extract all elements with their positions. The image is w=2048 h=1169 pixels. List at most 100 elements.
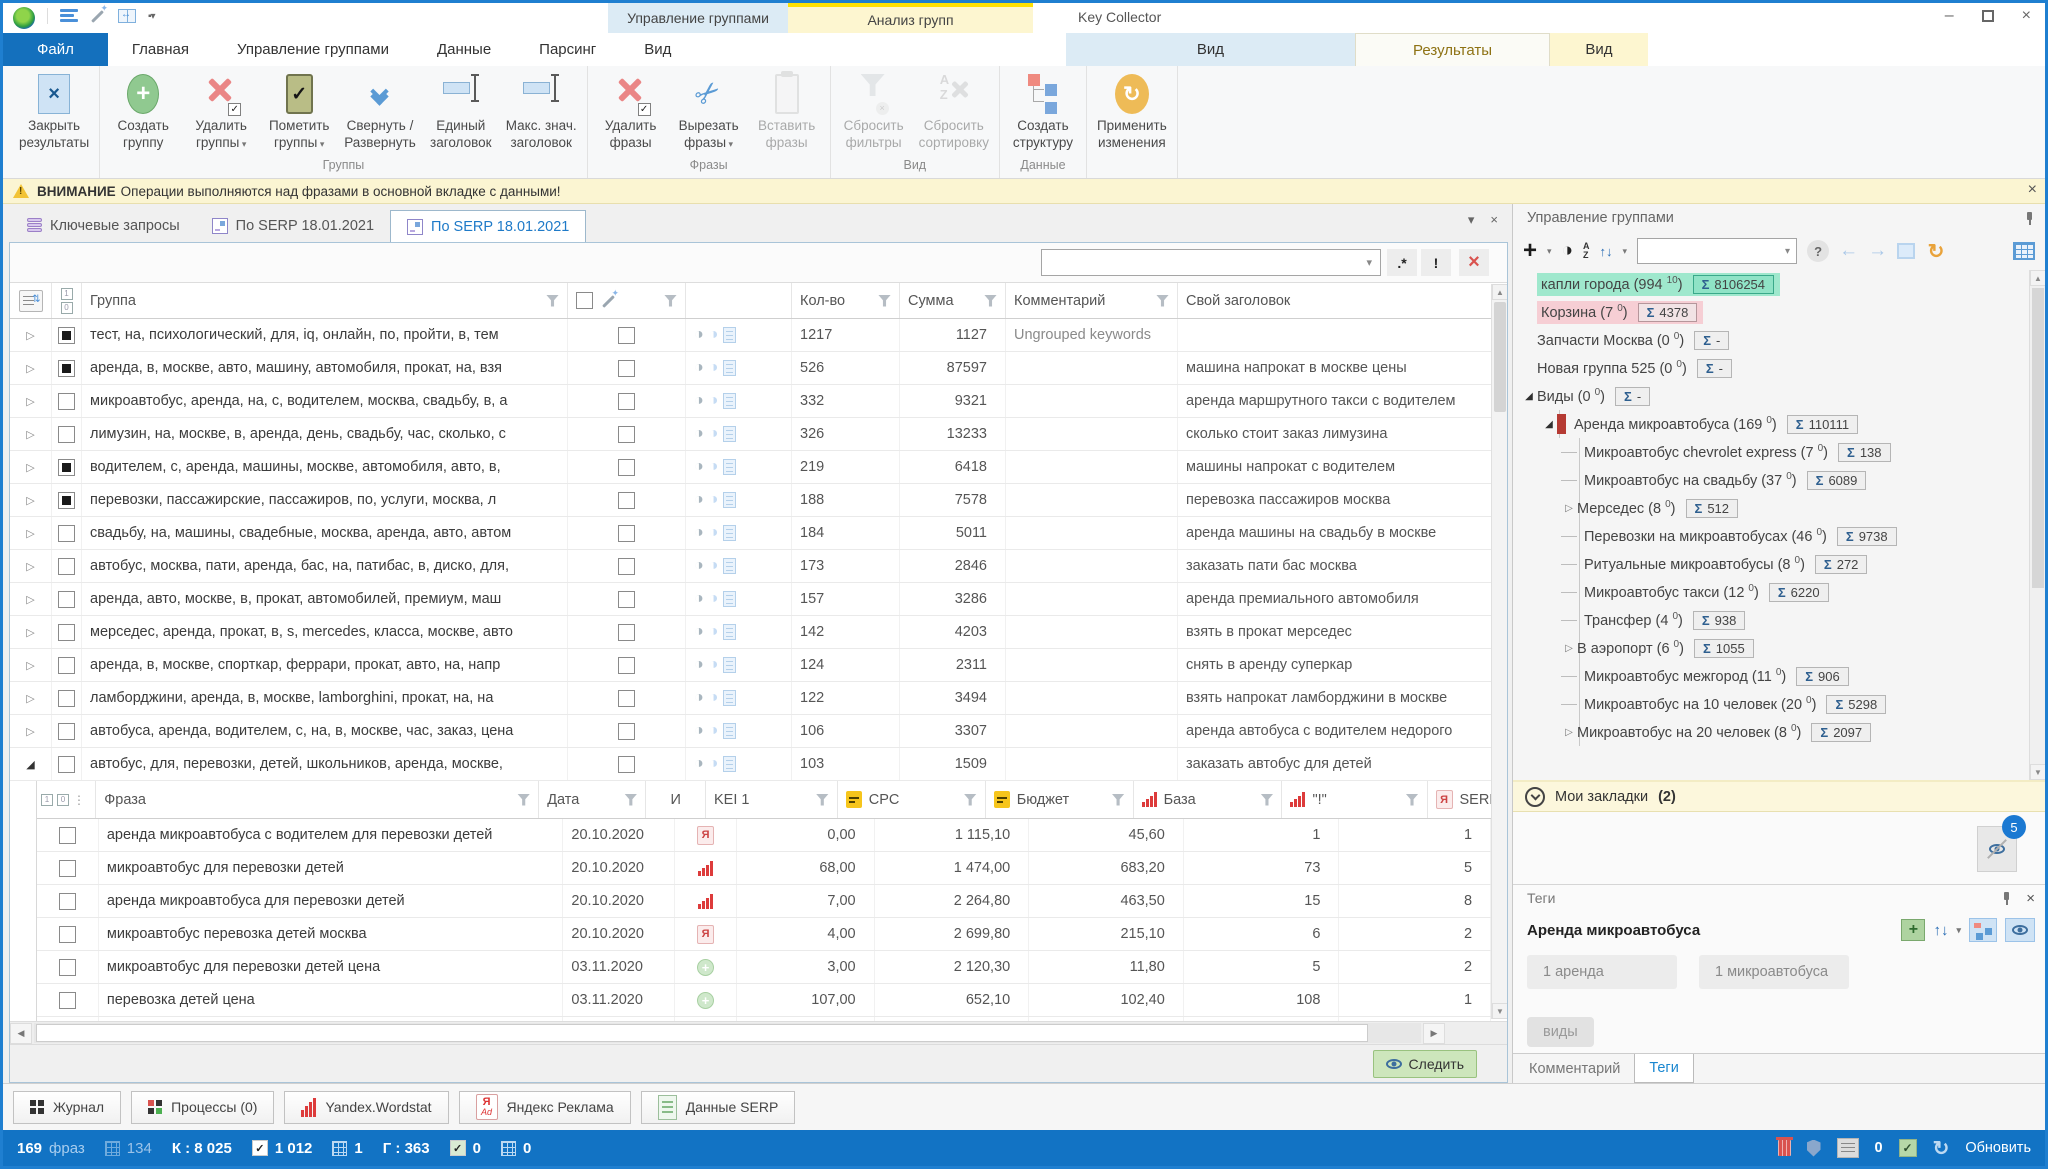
create-group-button[interactable]: +Создатьгруппу (104, 72, 182, 153)
row-checkbox[interactable] (618, 558, 635, 575)
select-cell[interactable] (568, 418, 686, 450)
table-row[interactable]: ▷мерседес, аренда, прокат, в, s, mercede… (10, 616, 1507, 649)
table-row[interactable]: ▷автобус, москва, пати, аренда, бас, на,… (10, 550, 1507, 583)
scroll-down-icon[interactable]: ▼ (2030, 764, 2045, 780)
row-checkbox[interactable] (58, 756, 75, 773)
warning-close-icon[interactable]: × (2028, 181, 2037, 199)
row-checkbox[interactable] (618, 657, 635, 674)
customize-toolbar-icon[interactable]: ▪▾ (148, 11, 155, 22)
scroll-right-icon[interactable]: ▶ (1423, 1023, 1445, 1044)
row-checkbox[interactable] (618, 360, 635, 377)
table-row[interactable]: микроавтобус перевозка детей москва20.10… (37, 918, 1507, 951)
close-button[interactable]: × (2022, 7, 2031, 25)
table-row[interactable]: ▷аренда, авто, москве, в, прокат, автомо… (10, 583, 1507, 616)
row-checkbox[interactable] (58, 360, 75, 377)
table-row[interactable]: ▷ламборджини, аренда, в, москве, lamborg… (10, 682, 1507, 715)
checkbox-cell[interactable] (52, 484, 82, 516)
row-checkbox[interactable] (59, 926, 76, 943)
sort-arrow-icon[interactable]: ↑↓ (1600, 244, 1613, 259)
document-tab[interactable]: По SERP 18.01.2021 (196, 210, 390, 242)
back-arrow-icon[interactable]: ← (1839, 240, 1858, 262)
row-checkbox[interactable] (618, 624, 635, 641)
sort-tags-dropdown-icon[interactable]: ▾ (1956, 925, 1961, 936)
row-checkbox[interactable] (58, 657, 75, 674)
expand-icon[interactable]: ▷ (1561, 643, 1577, 654)
refresh-label[interactable]: Обновить (1965, 1140, 2031, 1156)
tree-item[interactable]: Ритуальные микроавтобусы (8 0)Σ 272 (1513, 550, 2029, 578)
add-tag-button[interactable]: + (1901, 919, 1925, 941)
collapse-icon[interactable]: ◢ (1541, 419, 1557, 430)
table-row[interactable]: ▷микроавтобус, аренда, на, с, водителем,… (10, 385, 1507, 418)
table-row[interactable]: ▷тест, на, психологический, для, iq, онл… (10, 319, 1507, 352)
trash-icon[interactable] (1778, 1140, 1791, 1156)
tab-results[interactable]: Результаты (1355, 33, 1550, 66)
close-results-button[interactable]: ×Закрытьрезультаты (13, 72, 95, 153)
scroll-up-icon[interactable]: ▲ (2030, 270, 2045, 286)
row-checkbox[interactable] (618, 525, 635, 542)
checkbox-cell[interactable] (52, 319, 82, 351)
drag-handle-icon[interactable]: ⋮ (73, 793, 85, 807)
group-search-combobox[interactable]: ▾ (1637, 238, 1797, 264)
tree-item[interactable]: Перевозки на микроавтобусах (46 0)Σ 9738 (1513, 522, 2029, 550)
tab-Парсинг[interactable]: Парсинг (515, 33, 620, 66)
group-cell[interactable]: аренда, авто, москве, в, прокат, автомоб… (82, 583, 568, 615)
filter-icon[interactable] (1406, 794, 1419, 806)
table-row[interactable]: ▷автобуса, аренда, водителем, с, на, в, … (10, 715, 1507, 748)
select-cell[interactable] (568, 616, 686, 648)
tab-Управление группами[interactable]: Управление группами (213, 33, 413, 66)
column-header-budget[interactable]: Бюджет (986, 781, 1134, 818)
pin-icon[interactable] (2021, 211, 2035, 225)
grid-settings-icon[interactable] (19, 290, 43, 312)
forward-arrow-icon[interactable]: → (1868, 240, 1887, 262)
column-header-count[interactable]: Кол-во (792, 283, 900, 318)
expander-cell[interactable]: ▷ (10, 352, 52, 384)
tree-item[interactable]: ▷Микроавтобус на 20 человек (8 0)Σ 2097 (1513, 718, 2029, 746)
tag-field[interactable]: 1 микроавтобуса (1699, 955, 1849, 989)
column-header-exact[interactable]: "!" (1282, 781, 1427, 818)
row-checkbox[interactable] (618, 591, 635, 608)
tab-Комментарий[interactable]: Комментарий (1515, 1054, 1634, 1083)
select-cell[interactable] (568, 748, 686, 780)
table-row[interactable]: аренда микроавтобуса для перевозки детей… (37, 885, 1507, 918)
create-structure-button[interactable]: Создатьструктуру (1004, 72, 1082, 153)
vertical-scrollbar[interactable]: ▲ ▼ (1491, 284, 1507, 1019)
row-checkbox[interactable] (58, 723, 75, 740)
filter-icon[interactable] (878, 295, 891, 307)
column-header-comment[interactable]: Комментарий (1006, 283, 1178, 318)
expander-cell[interactable]: ▷ (10, 550, 52, 582)
column-header-source[interactable]: И (646, 781, 706, 818)
expander-cell[interactable]: ◢ (10, 748, 52, 780)
delete-groups-button[interactable]: ✓Удалитьгруппы ▾ (182, 72, 260, 155)
row-checkbox[interactable] (58, 327, 75, 344)
clear-search-button[interactable]: × (1459, 249, 1489, 276)
tab-Теги[interactable]: Теги (1634, 1054, 1694, 1083)
bookmarks-bar[interactable]: Мои закладки (2) (1513, 780, 2045, 812)
tab-Данные[interactable]: Данные (413, 33, 515, 66)
filter-icon[interactable] (816, 794, 829, 806)
expand-all-icon[interactable]: 1 (61, 288, 73, 300)
expander-cell[interactable]: ▷ (10, 418, 52, 450)
group-cell[interactable]: лимузин, на, москве, в, аренда, день, св… (82, 418, 568, 450)
tree-item[interactable]: Корзина (7 0)Σ 4378 (1513, 298, 2029, 326)
expander-cell[interactable]: ▷ (10, 517, 52, 549)
select-region-icon[interactable] (1897, 243, 1915, 259)
row-checkbox[interactable] (618, 327, 635, 344)
tab-file[interactable]: Файл (3, 33, 108, 66)
row-checkbox[interactable] (58, 591, 75, 608)
horizontal-scrollbar[interactable]: ◀ ▶ (10, 1021, 1507, 1044)
row-checkbox[interactable] (59, 827, 76, 844)
pin-icon[interactable] (1998, 891, 2012, 905)
group-cell[interactable]: свадьбу, на, машины, свадебные, москва, … (82, 517, 568, 549)
tab-context-view-right[interactable]: Вид (1550, 33, 1648, 66)
tree-item[interactable]: Микроавтобус такси (12 0)Σ 6220 (1513, 578, 2029, 606)
group-cell[interactable]: аренда, в, москве, авто, машину, автомоб… (82, 352, 568, 384)
select-all-checkbox[interactable] (576, 292, 593, 309)
checkbox-cell[interactable] (52, 517, 82, 549)
table-row[interactable]: ▷ свадьбу, на, машины, свадебные, москва,… (10, 517, 1507, 550)
help-icon[interactable]: ? (1807, 240, 1829, 262)
table-row[interactable]: микроавтобус для перевозки детей20.10.20… (37, 852, 1507, 885)
row-checkbox[interactable] (618, 393, 635, 410)
row-checkbox[interactable] (59, 893, 76, 910)
checkbox-cell[interactable] (52, 616, 82, 648)
tag-field[interactable]: 1 аренда (1527, 955, 1677, 989)
